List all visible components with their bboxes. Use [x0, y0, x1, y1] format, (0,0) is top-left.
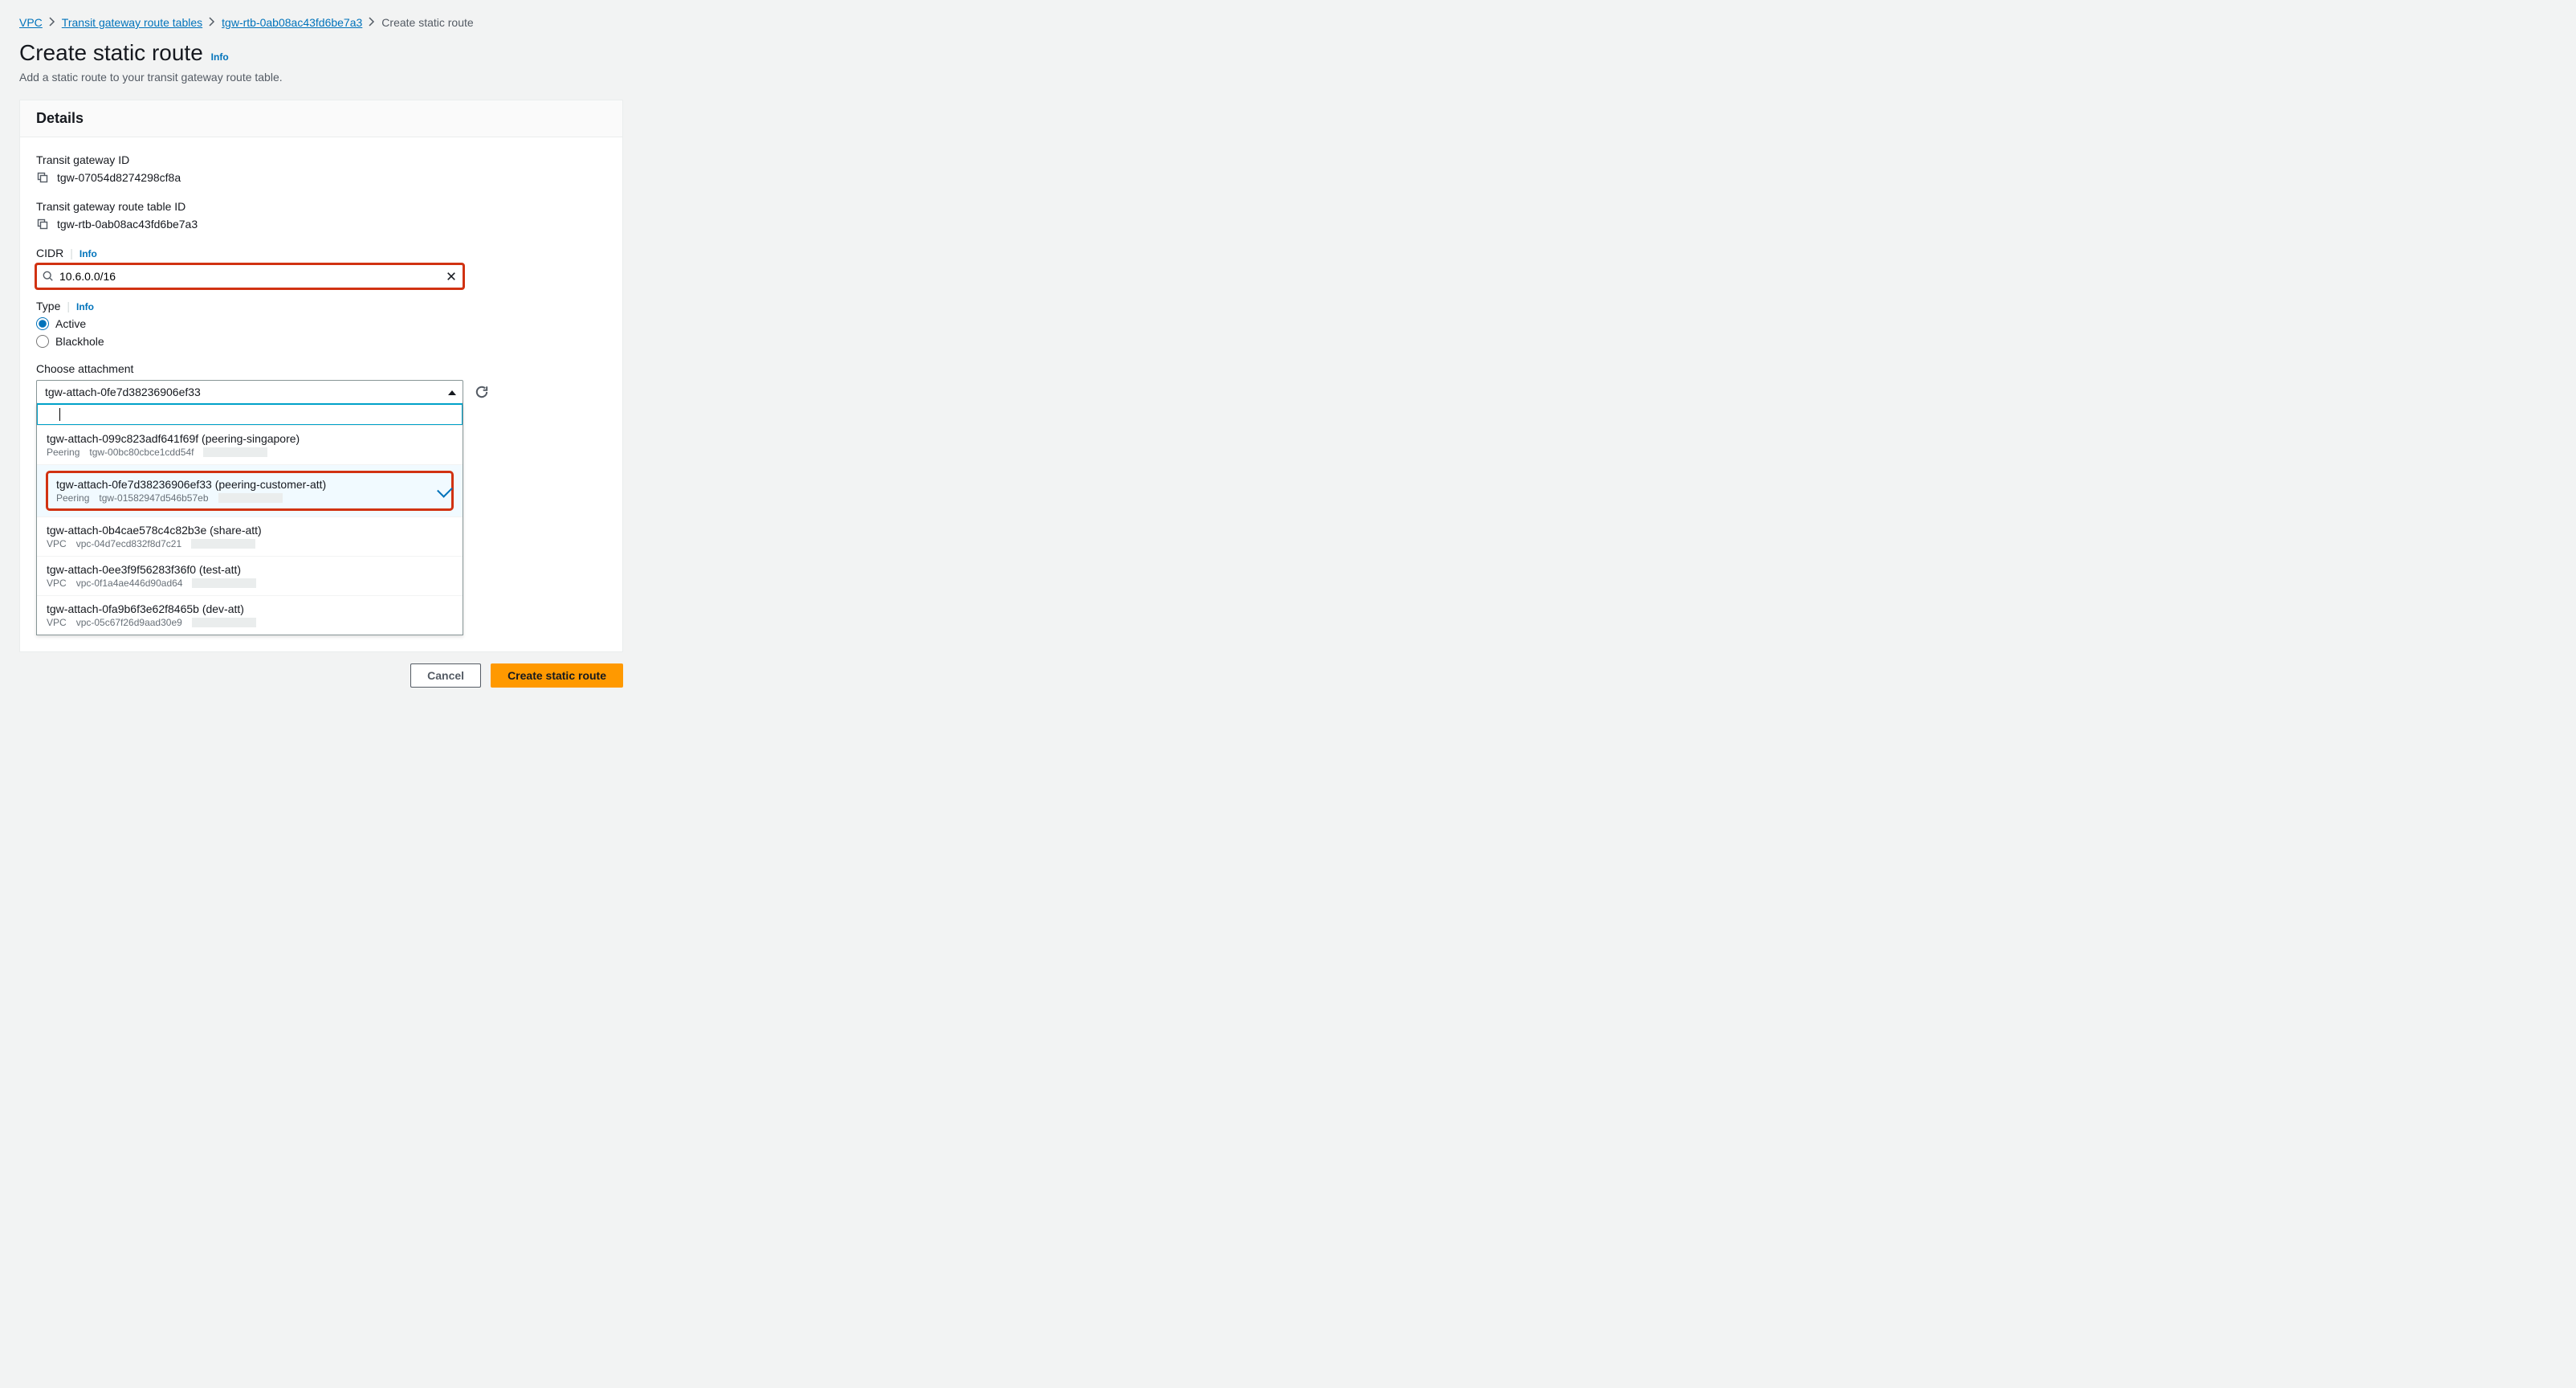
redacted-chip — [192, 618, 256, 627]
attachment-option-sub: VPCvpc-04d7ecd832f8d7c21 — [47, 538, 453, 549]
rtb-id-label: Transit gateway route table ID — [36, 200, 606, 213]
attachment-dropdown: tgw-attach-099c823adf641f69f (peering-si… — [36, 403, 463, 635]
cidr-input-wrap — [36, 264, 463, 288]
search-icon — [43, 271, 54, 282]
cidr-input[interactable] — [36, 264, 463, 288]
attachment-option-sub: VPCvpc-0f1a4ae446d90ad64 — [47, 578, 453, 589]
type-option-blackhole[interactable]: Blackhole — [36, 335, 606, 348]
attachment-option-title: tgw-attach-0fe7d38236906ef33 (peering-cu… — [56, 478, 443, 491]
attachment-option-sub: Peeringtgw-00bc80cbce1cdd54f — [47, 447, 453, 458]
attachment-option-sub: VPCvpc-05c67f26d9aad30e9 — [47, 617, 453, 628]
chevron-right-icon — [369, 16, 375, 29]
tgw-id-value: tgw-07054d8274298cf8a — [57, 171, 181, 184]
cidr-info-link[interactable]: Info — [79, 248, 97, 259]
page-title: Create static route — [19, 40, 203, 65]
copy-icon[interactable] — [36, 171, 49, 184]
type-blackhole-label: Blackhole — [55, 335, 104, 348]
clear-icon[interactable] — [446, 271, 457, 282]
refresh-button[interactable] — [475, 385, 489, 399]
breadcrumb-route-tables[interactable]: Transit gateway route tables — [62, 16, 202, 29]
rtb-id-value: tgw-rtb-0ab08ac43fd6be7a3 — [57, 218, 198, 231]
cancel-button[interactable]: Cancel — [410, 663, 481, 688]
attachment-option[interactable]: tgw-attach-0ee3f9f56283f36f0 (test-att) V… — [37, 557, 463, 596]
details-panel-header: Details — [20, 100, 622, 137]
breadcrumb-vpc[interactable]: VPC — [19, 16, 43, 29]
type-radio-active[interactable] — [36, 317, 49, 330]
page-subtitle: Add a static route to your transit gatew… — [19, 71, 2557, 84]
page-title-info-link[interactable]: Info — [211, 51, 229, 63]
redacted-chip — [203, 447, 267, 457]
breadcrumb: VPC Transit gateway route tables tgw-rtb… — [19, 16, 2557, 29]
attachment-option-title: tgw-attach-099c823adf641f69f (peering-si… — [47, 432, 453, 445]
attachment-option-title: tgw-attach-0ee3f9f56283f36f0 (test-att) — [47, 563, 453, 576]
redacted-chip — [192, 578, 256, 588]
details-panel: Details Transit gateway ID tgw-07054d827… — [19, 100, 623, 652]
type-active-label: Active — [55, 317, 86, 330]
redacted-chip — [191, 539, 255, 549]
caret-up-icon — [448, 386, 456, 398]
chevron-right-icon — [209, 16, 215, 29]
attachment-option-sub: Peeringtgw-01582947d546b57eb — [56, 492, 443, 504]
tgw-id-label: Transit gateway ID — [36, 153, 606, 166]
type-label: Type — [36, 300, 60, 312]
attachment-option[interactable]: tgw-attach-0fe7d38236906ef33 (peering-cu… — [37, 465, 463, 517]
attachment-option[interactable]: tgw-attach-0fa9b6f3e62f8465b (dev-att) VP… — [37, 596, 463, 635]
attachment-select[interactable]: tgw-attach-0fe7d38236906ef33 — [36, 380, 463, 404]
attachment-label: Choose attachment — [36, 362, 606, 375]
breadcrumb-rtb-id[interactable]: tgw-rtb-0ab08ac43fd6be7a3 — [222, 16, 362, 29]
footer-actions: Cancel Create static route — [19, 663, 623, 688]
redacted-chip — [218, 493, 283, 503]
chevron-right-icon — [49, 16, 55, 29]
attachment-option-title: tgw-attach-0fa9b6f3e62f8465b (dev-att) — [47, 602, 453, 615]
attachment-selected-value: tgw-attach-0fe7d38236906ef33 — [45, 386, 201, 398]
type-info-link[interactable]: Info — [76, 301, 94, 312]
text-cursor — [59, 408, 60, 421]
attachment-search-input[interactable] — [37, 403, 463, 426]
type-option-active[interactable]: Active — [36, 317, 606, 330]
cidr-label: CIDR — [36, 247, 63, 259]
attachment-option[interactable]: tgw-attach-099c823adf641f69f (peering-si… — [37, 426, 463, 465]
type-radio-blackhole[interactable] — [36, 335, 49, 348]
breadcrumb-current: Create static route — [381, 16, 473, 29]
create-route-button[interactable]: Create static route — [491, 663, 623, 688]
attachment-option[interactable]: tgw-attach-0b4cae578c4c82b3e (share-att)… — [37, 517, 463, 557]
type-radio-group: Active Blackhole — [36, 317, 606, 348]
attachment-option-title: tgw-attach-0b4cae578c4c82b3e (share-att) — [47, 524, 453, 537]
copy-icon[interactable] — [36, 218, 49, 231]
